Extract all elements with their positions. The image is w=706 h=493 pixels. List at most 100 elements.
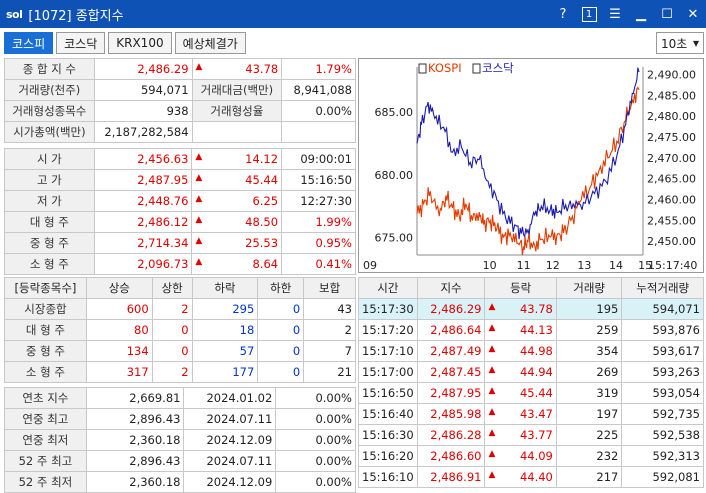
index-change-rate: 1.79% xyxy=(281,58,356,80)
tick-row[interactable]: 15:16:20 2,486.60 ▲ 44.09 232 592,313 xyxy=(358,445,704,467)
price-value: 2,448.76 xyxy=(93,190,193,212)
tick-row[interactable]: 15:17:00 2,487.45 ▲ 44.94 269 593,263 xyxy=(358,361,704,383)
help-icon[interactable]: ? xyxy=(550,0,576,28)
breadth-cell: 600 xyxy=(85,298,153,320)
tick-index: 2,486.91 xyxy=(416,466,486,488)
up-arrow-icon: ▲ xyxy=(195,194,203,204)
tick-header-cell: 등락 xyxy=(484,277,557,299)
yearly-row: 52 주 최저 2,360.18 2024.12.09 0.00% xyxy=(4,471,356,493)
tick-cum-volume: 593,876 xyxy=(621,319,704,341)
minimize-icon[interactable]: ▁ xyxy=(628,0,654,28)
tab-krx100[interactable]: KRX100 xyxy=(108,32,172,54)
x-tick-label: 15:17:40 xyxy=(648,259,697,272)
interval-value: 10초 xyxy=(661,36,688,51)
up-arrow-icon: ▲ xyxy=(488,302,496,312)
summary-label: 거래량(천주) xyxy=(4,79,95,101)
up-arrow-icon: ▲ xyxy=(195,257,203,267)
up-arrow-icon: ▲ xyxy=(195,215,203,225)
yearly-rate: 0.00% xyxy=(275,387,356,409)
right-tick-label: 2,475.00 xyxy=(647,131,696,144)
tick-row[interactable]: 15:17:20 2,486.64 ▲ 44.13 259 593,876 xyxy=(358,319,704,341)
breadth-cell: 0 xyxy=(257,298,305,320)
breadth-cell: 소 형 주 xyxy=(4,361,87,383)
price-table: 시 가 2,456.63 ▲ 14.12 09:00:01 고 가 2,487.95 ▲ 45.… xyxy=(4,148,356,275)
breadth-header-cell: [등락종목수] xyxy=(4,277,87,299)
screen-number-icon[interactable]: 1 xyxy=(576,0,602,28)
yearly-date: 2024.12.09 xyxy=(183,471,277,493)
tick-change-value: 43.78 xyxy=(519,302,553,316)
breadth-cell: 대 형 주 xyxy=(4,319,87,341)
tick-row[interactable]: 15:17:10 2,487.49 ▲ 44.98 354 593,617 xyxy=(358,340,704,362)
right-tick-label: 2,460.00 xyxy=(647,194,696,207)
window-title: [1072] 종합지수 xyxy=(28,8,124,24)
up-arrow-icon: ▲ xyxy=(488,344,496,354)
tick-row[interactable]: 15:16:50 2,487.95 ▲ 45.44 319 593,054 xyxy=(358,382,704,404)
tick-row[interactable]: 15:16:40 2,485.98 ▲ 43.47 197 592,735 xyxy=(358,403,704,425)
interval-select[interactable]: 10초 ▾ xyxy=(656,32,704,54)
breadth-cell: 18 xyxy=(191,319,259,341)
tick-row[interactable]: 15:16:30 2,486.28 ▲ 43.77 225 592,538 xyxy=(358,424,704,446)
tick-index: 2,487.95 xyxy=(416,382,486,404)
chart-svg: 685.00 680.00 675.00 2,490.00 2,485.00 2,480.… xyxy=(363,61,697,272)
price-change: ▲ 8.64 xyxy=(191,253,283,275)
tick-index: 2,486.28 xyxy=(416,424,486,446)
yearly-label: 52 주 최저 xyxy=(4,471,87,493)
breadth-header-cell: 상승 xyxy=(85,277,153,299)
yearly-table: 연초 지수 2,669.81 2024.01.02 0.00% 연중 최고 2,896.4… xyxy=(4,387,356,493)
tick-change-value: 43.77 xyxy=(519,428,553,442)
price-extra: 0.41% xyxy=(281,253,356,275)
price-label: 소 형 주 xyxy=(4,253,95,275)
tab-expected-price[interactable]: 예상체결가 xyxy=(174,32,246,54)
intraday-chart[interactable]: 685.00 680.00 675.00 2,490.00 2,485.00 2,480.… xyxy=(358,58,704,273)
price-extra: 0.95% xyxy=(281,232,356,254)
yearly-value: 2,360.18 xyxy=(85,471,185,493)
breadth-row: 대 형 주 80 0 18 0 2 xyxy=(4,319,356,341)
breadth-header-cell: 상한 xyxy=(151,277,193,299)
up-arrow-icon: ▲ xyxy=(488,365,496,375)
yearly-value: 2,360.18 xyxy=(85,429,185,451)
maximize-icon[interactable]: ☐ xyxy=(654,0,680,28)
tick-row[interactable]: 15:16:10 2,486.91 ▲ 44.40 217 592,081 xyxy=(358,466,704,488)
breadth-cell: 295 xyxy=(191,298,259,320)
app-logo: sol xyxy=(6,7,23,21)
screen-number: 1 xyxy=(581,6,597,22)
breadth-cell: 80 xyxy=(85,319,153,341)
price-change-value: 14.12 xyxy=(245,152,279,166)
price-extra: 09:00:01 xyxy=(281,148,356,170)
breadth-cell: 134 xyxy=(85,340,153,362)
summary-table: 종 합 지 수 2,486.29 ▲ 43.78 1.79% 거래량(천주) 59… xyxy=(4,58,356,143)
tick-change: ▲ 43.77 xyxy=(484,424,557,446)
tick-row[interactable]: 15:17:30 2,486.29 ▲ 43.78 195 594,071 xyxy=(358,298,704,320)
tick-index: 2,486.29 xyxy=(416,298,486,320)
yearly-rate: 0.00% xyxy=(275,429,356,451)
chevron-down-icon: ▾ xyxy=(692,36,699,50)
up-arrow-icon: ▲ xyxy=(195,236,203,246)
price-row: 대 형 주 2,486.12 ▲ 48.50 1.99% xyxy=(4,211,356,233)
breadth-cell: 0 xyxy=(257,319,305,341)
tick-time: 15:16:50 xyxy=(358,382,418,404)
tick-change-value: 44.98 xyxy=(519,344,553,358)
yearly-date: 2024.12.09 xyxy=(183,429,277,451)
market-cap-value: 2,187,282,584 xyxy=(93,121,193,143)
breadth-cell: 57 xyxy=(191,340,259,362)
close-icon[interactable]: ✕ xyxy=(680,0,706,28)
tick-volume: 197 xyxy=(555,403,623,425)
menu-icon[interactable]: ☰ xyxy=(602,0,628,28)
breadth-cell: 317 xyxy=(85,361,153,383)
breadth-cell: 0 xyxy=(257,340,305,362)
tab-kosdaq[interactable]: 코스닥 xyxy=(56,32,106,54)
right-tick-label: 2,465.00 xyxy=(647,173,696,186)
tick-change: ▲ 45.44 xyxy=(484,382,557,404)
yearly-value: 2,669.81 xyxy=(85,387,185,409)
tick-change: ▲ 43.78 xyxy=(484,298,557,320)
x-tick-label: 10 xyxy=(483,259,497,272)
tab-kospi[interactable]: 코스피 xyxy=(4,32,54,54)
tick-index: 2,486.64 xyxy=(416,319,486,341)
tick-time: 15:17:10 xyxy=(358,340,418,362)
summary-label: 거래형성종목수 xyxy=(4,100,95,122)
right-tick-label: 2,470.00 xyxy=(647,152,696,165)
yearly-date: 2024.07.11 xyxy=(183,450,277,472)
x-tick-label: 14 xyxy=(609,259,623,272)
tick-change-value: 44.40 xyxy=(519,470,553,484)
price-label: 고 가 xyxy=(4,169,95,191)
